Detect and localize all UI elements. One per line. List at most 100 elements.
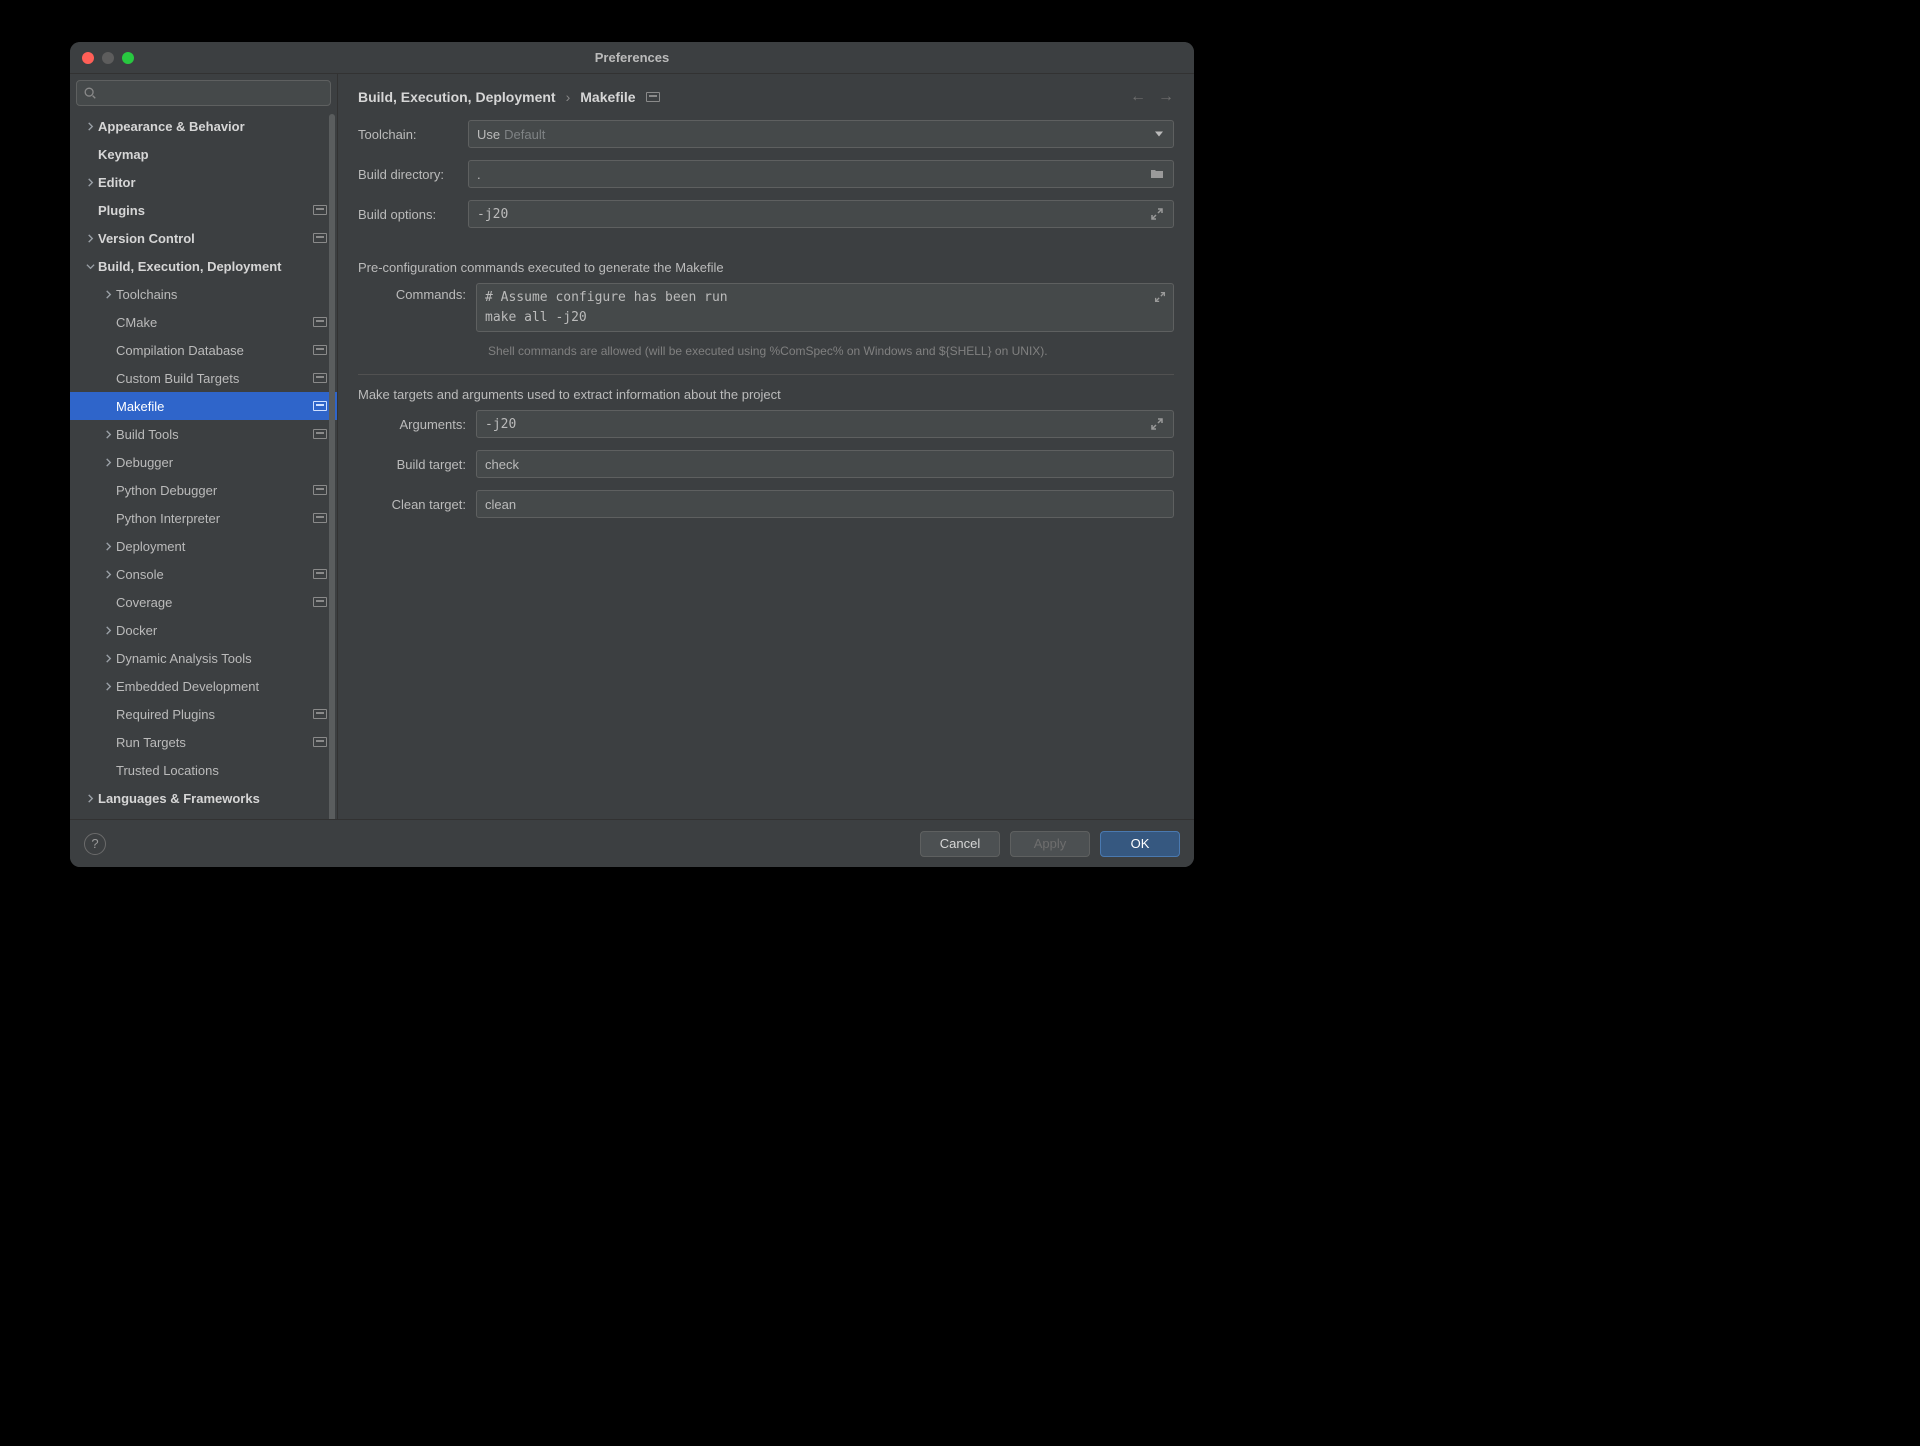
tree-item-languages-frameworks[interactable]: Languages & Frameworks [70,784,337,812]
commands-row: Commands: # Assume configure has been ru… [370,283,1174,332]
scrollbar[interactable] [329,114,335,819]
tree-item-label: CMake [116,315,313,330]
ok-button[interactable]: OK [1100,831,1180,857]
tree-item-label: Keymap [98,147,327,162]
chevron-none [100,510,116,526]
tree-item-custom-build-targets[interactable]: Custom Build Targets [70,364,337,392]
breadcrumb-nav: ← → [1130,88,1174,106]
tree-item-build-tools[interactable]: Build Tools [70,420,337,448]
footer: ? Cancel Apply OK [70,819,1194,867]
tree-item-python-interpreter[interactable]: Python Interpreter [70,504,337,532]
chevron-none [100,314,116,330]
tree-item-embedded-development[interactable]: Embedded Development [70,672,337,700]
tree-item-debugger[interactable]: Debugger [70,448,337,476]
profile-scope-icon [313,401,327,411]
chevron-right-icon[interactable] [82,230,98,246]
tree-item-makefile[interactable]: Makefile [70,392,337,420]
settings-tree[interactable]: Appearance & Behavior Keymap Editor Plugins… [70,112,337,819]
build-target-input[interactable]: check [476,450,1174,478]
tree-item-label: Version Control [98,231,313,246]
tree-item-appearance-behavior[interactable]: Appearance & Behavior [70,112,337,140]
folder-icon[interactable] [1149,166,1165,182]
tree-item-label: Embedded Development [116,679,327,694]
clean-target-input[interactable]: clean [476,490,1174,518]
chevron-right-icon[interactable] [82,118,98,134]
tree-item-version-control[interactable]: Version Control [70,224,337,252]
chevron-right-icon[interactable] [100,650,116,666]
arguments-row: Arguments: -j20 [370,410,1174,438]
expand-icon[interactable] [1153,290,1167,304]
chevron-none [100,762,116,778]
chevron-none [82,146,98,162]
expand-icon[interactable] [1149,416,1165,432]
chevron-none [100,342,116,358]
tree-item-label: Plugins [98,203,313,218]
build-dir-input[interactable]: . [468,160,1174,188]
tree-item-docker[interactable]: Docker [70,616,337,644]
chevron-right-icon[interactable] [82,790,98,806]
tree-item-keymap[interactable]: Keymap [70,140,337,168]
breadcrumb-sep: › [566,89,571,105]
tree-item-plugins[interactable]: Plugins [70,196,337,224]
tree-item-console[interactable]: Console [70,560,337,588]
tree-item-label: Languages & Frameworks [98,791,327,806]
tree-item-label: Coverage [116,595,313,610]
tree-item-label: Docker [116,623,327,638]
build-target-label: Build target: [370,457,466,472]
breadcrumb-parent[interactable]: Build, Execution, Deployment [358,89,556,105]
apply-button[interactable]: Apply [1010,831,1090,857]
toolchain-select[interactable]: Use Default [468,120,1174,148]
search-input[interactable] [76,80,331,106]
tree-item-trusted-locations[interactable]: Trusted Locations [70,756,337,784]
build-opts-value: -j20 [477,207,508,222]
tree-item-label: Editor [98,175,327,190]
tree-item-python-debugger[interactable]: Python Debugger [70,476,337,504]
breadcrumb-current: Makefile [580,89,635,105]
nav-forward-icon[interactable]: → [1158,88,1174,106]
tree-item-label: Deployment [116,539,327,554]
chevron-right-icon[interactable] [100,566,116,582]
tree-item-coverage[interactable]: Coverage [70,588,337,616]
chevron-down-icon[interactable] [82,258,98,274]
tree-item-run-targets[interactable]: Run Targets [70,728,337,756]
chevron-right-icon[interactable] [100,286,116,302]
chevron-right-icon[interactable] [100,454,116,470]
commands-hint: Shell commands are allowed (will be exec… [488,344,1174,358]
arguments-input[interactable]: -j20 [476,410,1174,438]
tree-item-deployment[interactable]: Deployment [70,532,337,560]
chevron-none [100,398,116,414]
tree-item-dynamic-analysis-tools[interactable]: Dynamic Analysis Tools [70,644,337,672]
commands-input[interactable]: # Assume configure has been run make all… [476,283,1174,332]
expand-icon[interactable] [1149,206,1165,222]
tree-item-label: Python Debugger [116,483,313,498]
build-opts-row: Build options: -j20 [358,200,1174,228]
tree-item-compilation-database[interactable]: Compilation Database [70,336,337,364]
window-title: Preferences [70,50,1194,65]
clean-target-value: clean [485,497,516,512]
targets-heading: Make targets and arguments used to extra… [358,374,1174,402]
tree-item-cmake[interactable]: CMake [70,308,337,336]
chevron-right-icon[interactable] [100,678,116,694]
nav-back-icon[interactable]: ← [1130,88,1146,106]
tree-item-editor[interactable]: Editor [70,168,337,196]
cancel-button[interactable]: Cancel [920,831,1000,857]
tree-item-required-plugins[interactable]: Required Plugins [70,700,337,728]
help-button[interactable]: ? [84,833,106,855]
commands-label: Commands: [370,283,466,302]
tree-item-label: Required Plugins [116,707,313,722]
tree-item-label: Console [116,567,313,582]
chevron-right-icon[interactable] [82,174,98,190]
tree-item-label: Debugger [116,455,327,470]
tree-item-build-execution-deployment[interactable]: Build, Execution, Deployment [70,252,337,280]
chevron-right-icon[interactable] [100,426,116,442]
chevron-right-icon[interactable] [100,538,116,554]
tree-item-toolchains[interactable]: Toolchains [70,280,337,308]
build-dir-label: Build directory: [358,167,458,182]
chevron-none [100,370,116,386]
build-opts-input[interactable]: -j20 [468,200,1174,228]
chevron-right-icon[interactable] [100,622,116,638]
clean-target-row: Clean target: clean [370,490,1174,518]
search-wrap [70,74,337,112]
window-body: Appearance & Behavior Keymap Editor Plugins… [70,74,1194,819]
chevron-none [100,706,116,722]
